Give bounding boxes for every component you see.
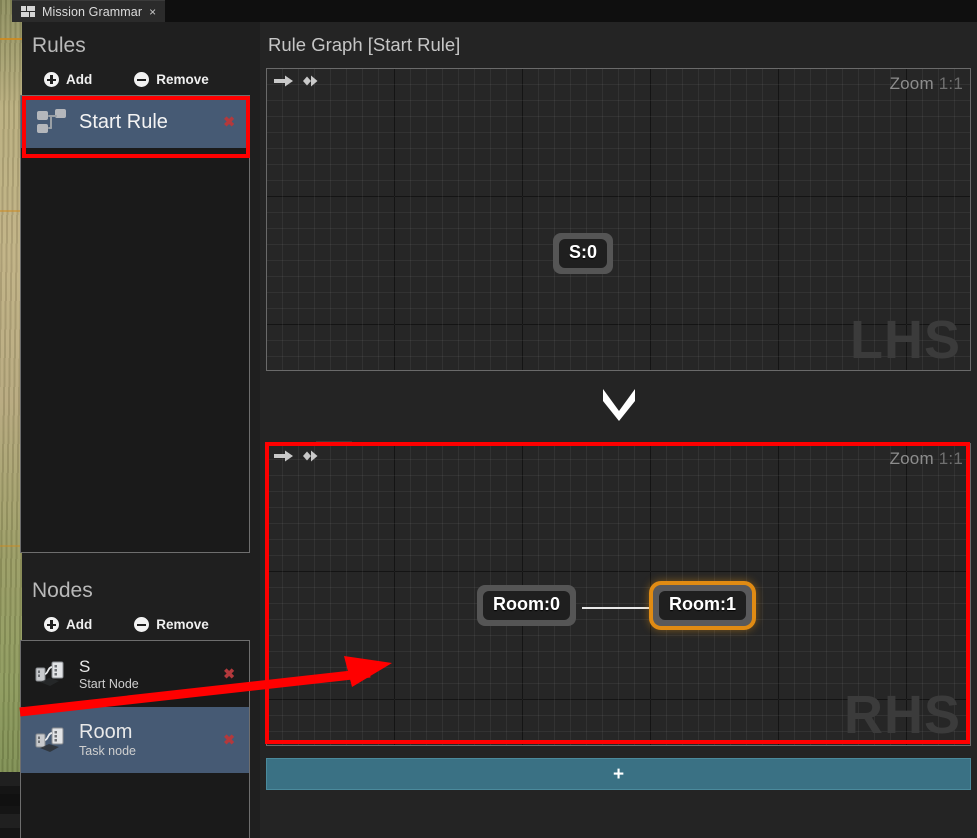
node-plug-icon [35, 725, 69, 755]
graph-node-label: S:0 [559, 239, 607, 268]
left-sidebar: Rules Add Remove Start Rule ✖ Nodes [22, 22, 260, 838]
nodes-list-item-s[interactable]: S Start Node ✖ [21, 641, 249, 707]
app-root: Mission Grammar × Rules Add Remove [0, 0, 977, 838]
rules-add-button[interactable]: Add [44, 72, 92, 87]
plus-circle-icon [44, 617, 59, 632]
rhs-graph-canvas[interactable]: Zoom 1:1 RHS Room:0 Room:1 [266, 443, 971, 746]
graph-node-room0[interactable]: Room:0 [477, 585, 576, 626]
nodes-add-button[interactable]: Add [44, 617, 92, 632]
lhs-zoom-ratio: 1:1 [939, 74, 963, 93]
nodes-add-label: Add [66, 617, 92, 632]
rhs-zoom-prefix: Zoom [890, 449, 934, 468]
nodes-list: S Start Node ✖ [20, 640, 250, 838]
lhs-graph-nav-icons [274, 74, 318, 93]
tab-mission-grammar[interactable]: Mission Grammar × [12, 0, 165, 22]
minus-circle-icon [134, 617, 149, 632]
rhs-zoom-ratio: 1:1 [939, 449, 963, 468]
rules-panel-title: Rules [22, 34, 86, 58]
nodes-list-item-remove-icon[interactable]: ✖ [223, 666, 235, 683]
plus-icon: + [613, 765, 624, 784]
nodes-list-item-room[interactable]: Room Task node ✖ [21, 707, 249, 773]
rhs-graph-nav-icons [274, 449, 318, 468]
rules-add-label: Add [66, 72, 92, 87]
rhs-watermark: RHS [844, 684, 961, 746]
grid-squares-icon [21, 6, 35, 17]
nodes-remove-label: Remove [156, 617, 209, 632]
rules-list-item-label: Start Rule [79, 111, 168, 134]
graph-node-room1[interactable]: Room:1 [653, 585, 752, 626]
nodes-panel-buttons: Add Remove [22, 617, 209, 632]
nodes-list-item-text: Room Task node [79, 721, 136, 759]
nodes-list-item-name: Room [79, 721, 136, 743]
graph-node-s0[interactable]: S:0 [553, 233, 613, 274]
lhs-zoom-label: Zoom 1:1 [890, 74, 963, 94]
rules-list-item-start-rule[interactable]: Start Rule ✖ [21, 96, 249, 148]
nodes-list-item-name: S [79, 657, 139, 676]
rules-list-item-remove-icon[interactable]: ✖ [223, 114, 235, 131]
page-title: Rule Graph [Start Rule] [260, 22, 977, 56]
tab-label: Mission Grammar [42, 5, 142, 19]
arrow-right-icon[interactable] [274, 449, 294, 468]
rule-branch-icon [37, 109, 67, 135]
rules-list: Start Rule ✖ [20, 95, 250, 553]
level-viewport-sliver[interactable] [0, 0, 22, 772]
nodes-list-item-text: S Start Node [79, 657, 139, 692]
add-rule-button[interactable]: + [266, 758, 971, 790]
rules-remove-button[interactable]: Remove [134, 72, 209, 87]
close-icon[interactable]: × [149, 6, 156, 18]
rules-panel-buttons: Add Remove [22, 72, 209, 87]
lhs-zoom-prefix: Zoom [890, 74, 934, 93]
nodes-panel-title: Nodes [22, 579, 93, 603]
lhs-watermark: LHS [850, 309, 961, 371]
minus-circle-icon [134, 72, 149, 87]
tab-bar: Mission Grammar × [12, 0, 977, 22]
graph-node-label: Room:0 [483, 591, 570, 620]
diamond-arrow-icon[interactable] [298, 74, 318, 93]
nodes-list-item-type: Start Node [79, 676, 139, 692]
graph-node-label: Room:1 [659, 591, 746, 620]
arrow-right-icon[interactable] [274, 74, 294, 93]
lhs-graph-canvas[interactable]: Zoom 1:1 LHS S:0 [266, 68, 971, 371]
viewport-bottom-strip [0, 772, 22, 838]
rule-graph-panel: Rule Graph [Start Rule] Zoom 1:1 [260, 22, 977, 838]
nodes-list-item-type: Task node [79, 743, 136, 759]
plus-circle-icon [44, 72, 59, 87]
chevron-down-icon [601, 387, 637, 428]
rules-remove-label: Remove [156, 72, 209, 87]
rhs-zoom-label: Zoom 1:1 [890, 449, 963, 469]
node-plug-icon [35, 659, 69, 689]
nodes-list-item-remove-icon[interactable]: ✖ [223, 732, 235, 749]
nodes-remove-button[interactable]: Remove [134, 617, 209, 632]
diamond-arrow-icon[interactable] [298, 449, 318, 468]
